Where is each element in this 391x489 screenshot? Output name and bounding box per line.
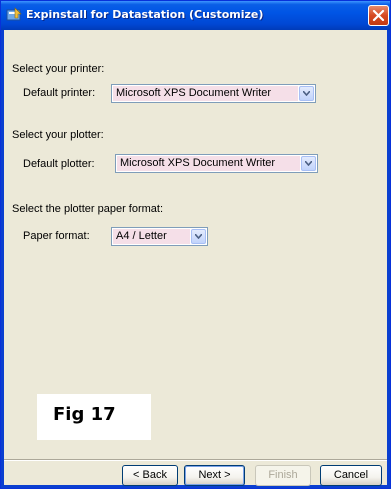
wizard-window: Expinstall for Datastation (Customize) S… xyxy=(0,0,391,489)
installer-icon xyxy=(6,7,22,23)
figure-caption: Fig 17 xyxy=(53,404,116,425)
default-printer-select[interactable]: Microsoft XPS Document Writer xyxy=(111,84,316,103)
close-button[interactable] xyxy=(368,5,389,26)
default-printer-label: Default printer: xyxy=(23,87,96,99)
chevron-down-icon[interactable] xyxy=(299,86,314,101)
cancel-button-label: Cancel xyxy=(333,469,369,481)
chevron-down-icon[interactable] xyxy=(301,156,316,171)
title-bar[interactable]: Expinstall for Datastation (Customize) xyxy=(1,1,390,30)
next-button[interactable]: Next > xyxy=(184,465,245,486)
plotter-section-label: Select your plotter: xyxy=(12,129,104,141)
default-plotter-value: Microsoft XPS Document Writer xyxy=(117,156,300,171)
footer-separator xyxy=(4,459,387,461)
paper-format-select[interactable]: A4 / Letter xyxy=(111,227,208,246)
finish-button-label: Finish xyxy=(268,469,298,481)
default-plotter-label: Default plotter: xyxy=(23,158,95,170)
back-button[interactable]: < Back xyxy=(122,465,178,486)
chevron-down-icon[interactable] xyxy=(191,229,206,244)
default-printer-value: Microsoft XPS Document Writer xyxy=(113,86,298,101)
paper-format-label: Paper format: xyxy=(23,230,90,242)
finish-button[interactable]: Finish xyxy=(255,465,311,486)
window-title: Expinstall for Datastation (Customize) xyxy=(26,8,264,21)
printer-section-label: Select your printer: xyxy=(12,63,105,75)
paper-format-value: A4 / Letter xyxy=(113,229,190,244)
default-plotter-select[interactable]: Microsoft XPS Document Writer xyxy=(115,154,318,173)
cancel-button[interactable]: Cancel xyxy=(320,465,382,486)
paper-section-label: Select the plotter paper format: xyxy=(12,203,164,215)
next-button-label: Next > xyxy=(198,469,231,481)
figure-caption-box: Fig 17 xyxy=(37,394,151,440)
back-button-label: < Back xyxy=(133,469,167,481)
